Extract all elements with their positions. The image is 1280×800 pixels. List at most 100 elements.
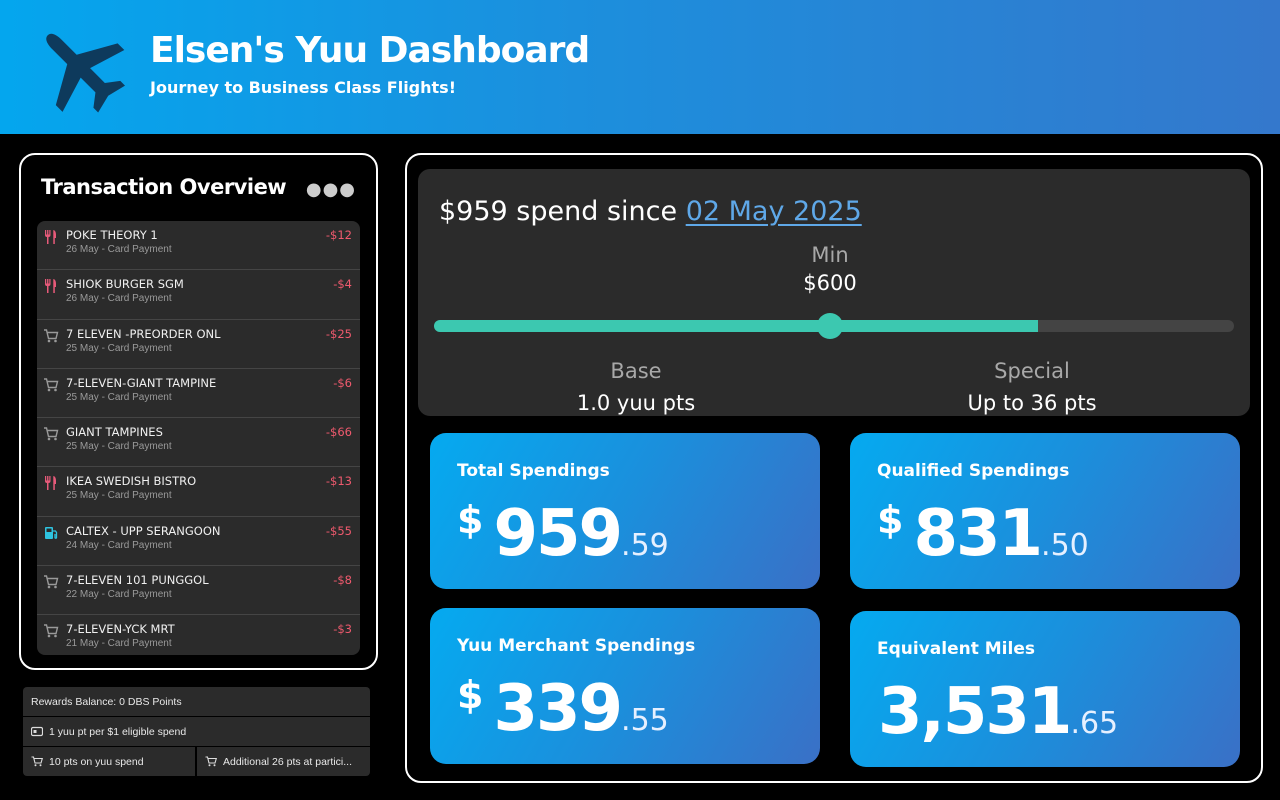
food-icon xyxy=(43,475,59,491)
min-threshold-marker[interactable] xyxy=(817,313,843,339)
yuu-spend-bonus-text: 10 pts on yuu spend xyxy=(49,756,144,768)
transaction-amount: -$8 xyxy=(333,573,352,588)
currency-symbol: $ xyxy=(457,673,484,717)
transaction-amount: -$55 xyxy=(325,523,352,538)
total-spendings-int: 959 xyxy=(493,497,623,571)
spend-since-text: $959 spend since 02 May 2025 xyxy=(439,196,862,227)
transaction-overview-panel: Transaction Overview ●●● POKE THEORY 1 26… xyxy=(19,153,378,670)
transaction-row[interactable]: GIANT TAMPINES 25 May - Card Payment -$66 xyxy=(37,418,360,468)
total-spendings-label: Total Spendings xyxy=(457,461,610,481)
total-spendings-value: $959.59 xyxy=(457,497,669,571)
cart-icon xyxy=(43,426,59,442)
transaction-row[interactable]: POKE THEORY 1 26 May - Card Payment -$12 xyxy=(37,221,360,271)
equivalent-miles-dec: .65 xyxy=(1070,706,1119,741)
transaction-amount: -$4 xyxy=(333,277,352,292)
qualified-spendings-value: $831.50 xyxy=(877,497,1089,571)
transaction-row[interactable]: 7-ELEVEN 101 PUNGGOL 22 May - Card Paymen… xyxy=(37,566,360,616)
transaction-merchant: GIANT TAMPINES xyxy=(66,425,163,440)
qualified-spendings-dec: .50 xyxy=(1041,528,1089,563)
transaction-meta: 24 May - Card Payment xyxy=(66,539,172,551)
partner-bonus: Additional 26 pts at partici... xyxy=(197,747,370,776)
rewards-rate-text: 1 yuu pt per $1 eligible spend xyxy=(49,726,187,738)
transaction-amount: -$3 xyxy=(333,622,352,637)
food-icon xyxy=(43,278,59,294)
spend-tracker-card: $959 spend since 02 May 2025 Min $600 Ba… xyxy=(418,169,1250,416)
yuu-merchant-spendings-value: $339.55 xyxy=(457,672,669,746)
min-value: $600 xyxy=(803,271,857,295)
equivalent-miles-card: Equivalent Miles 3,531.65 xyxy=(850,611,1240,767)
yuu-merchant-spendings-label: Yuu Merchant Spendings xyxy=(457,636,696,656)
food-icon xyxy=(43,229,59,245)
transaction-merchant: 7 ELEVEN -PREORDER ONL xyxy=(66,326,221,341)
currency-symbol: $ xyxy=(457,498,484,542)
yuu-merchant-spendings-card: Yuu Merchant Spendings $339.55 xyxy=(430,608,820,764)
qualified-spendings-label: Qualified Spendings xyxy=(877,461,1070,481)
transaction-row[interactable]: CALTEX - UPP SERANGOON 24 May - Card Paym… xyxy=(37,517,360,567)
yuu-merchant-spendings-dec: .55 xyxy=(621,703,669,738)
transaction-merchant: 7-ELEVEN-YCK MRT xyxy=(66,622,175,637)
airplane-icon xyxy=(46,33,126,113)
equivalent-miles-value: 3,531.65 xyxy=(878,675,1118,749)
rewards-summary: Rewards Balance: 0 DBS Points 1 yuu pt p… xyxy=(23,687,370,776)
transaction-meta: 21 May - Card Payment xyxy=(66,638,172,650)
card-icon xyxy=(31,726,43,737)
dashboard-subtitle: Journey to Business Class Flights! xyxy=(150,78,456,97)
transaction-row[interactable]: IKEA SWEDISH BISTRO 25 May - Card Payment… xyxy=(37,467,360,517)
spend-progress-track xyxy=(434,313,1234,339)
transaction-amount: -$25 xyxy=(325,326,352,341)
cart-icon xyxy=(31,756,43,767)
more-icon[interactable]: ●●● xyxy=(306,179,356,200)
transaction-overview-title: Transaction Overview xyxy=(41,175,287,199)
transaction-meta: 25 May - Card Payment xyxy=(66,391,172,403)
transaction-merchant: POKE THEORY 1 xyxy=(66,228,158,242)
special-tier-value: Up to 36 pts xyxy=(967,391,1097,415)
transaction-merchant: IKEA SWEDISH BISTRO xyxy=(66,474,197,489)
currency-symbol: $ xyxy=(877,498,904,542)
transaction-amount: -$6 xyxy=(333,375,352,390)
cart-icon xyxy=(205,756,217,767)
transaction-amount: -$12 xyxy=(325,228,352,242)
yuu-spend-bonus: 10 pts on yuu spend xyxy=(23,747,195,776)
transaction-amount: -$66 xyxy=(325,425,352,440)
transaction-row[interactable]: SHIOK BURGER SGM 26 May - Card Payment -$4 xyxy=(37,270,360,320)
transaction-meta: 25 May - Card Payment xyxy=(66,342,172,354)
transaction-meta: 25 May - Card Payment xyxy=(66,490,172,502)
transaction-meta: 26 May - Card Payment xyxy=(66,293,172,305)
transaction-merchant: CALTEX - UPP SERANGOON xyxy=(66,523,221,538)
base-tier-value: 1.0 yuu pts xyxy=(576,391,696,415)
rewards-balance: Rewards Balance: 0 DBS Points xyxy=(23,687,370,716)
qualified-spendings-card: Qualified Spendings $831.50 xyxy=(850,433,1240,589)
transaction-row[interactable]: 7 ELEVEN -PREORDER ONL 25 May - Card Paym… xyxy=(37,320,360,369)
spend-since-prefix: $959 spend since xyxy=(439,196,678,227)
transaction-list: POKE THEORY 1 26 May - Card Payment -$12 SH… xyxy=(37,221,360,655)
transaction-meta: 26 May - Card Payment xyxy=(66,244,172,255)
dashboard-title: Elsen's Yuu Dashboard xyxy=(150,30,590,71)
equivalent-miles-label: Equivalent Miles xyxy=(877,639,1035,659)
transaction-meta: 22 May - Card Payment xyxy=(66,589,172,601)
cart-icon xyxy=(43,377,59,393)
rewards-rate: 1 yuu pt per $1 eligible spend xyxy=(23,717,370,746)
fuel-icon xyxy=(43,525,59,541)
cart-icon xyxy=(43,623,59,639)
base-tier-label: Base xyxy=(610,359,662,383)
special-tier-label: Special xyxy=(994,359,1070,383)
dashboard-header: Elsen's Yuu Dashboard Journey to Busines… xyxy=(0,0,1280,134)
transaction-amount: -$13 xyxy=(325,474,352,489)
spend-progress-fill xyxy=(434,320,1038,332)
cart-icon xyxy=(43,574,59,590)
yuu-merchant-spendings-int: 339 xyxy=(493,672,623,746)
transaction-row[interactable]: 7-ELEVEN-YCK MRT 21 May - Card Payment -$3 xyxy=(37,615,360,655)
partner-bonus-text: Additional 26 pts at partici... xyxy=(223,756,352,768)
min-label: Min xyxy=(811,243,849,267)
transaction-merchant: 7-ELEVEN-GIANT TAMPINE xyxy=(66,375,217,390)
equivalent-miles-int: 3,531 xyxy=(878,675,1072,749)
transaction-merchant: 7-ELEVEN 101 PUNGGOL xyxy=(66,573,209,588)
total-spendings-dec: .59 xyxy=(621,528,669,563)
spending-panel: $959 spend since 02 May 2025 Min $600 Ba… xyxy=(405,153,1263,783)
transaction-row[interactable]: 7-ELEVEN-GIANT TAMPINE 25 May - Card Paym… xyxy=(37,369,360,419)
cart-icon xyxy=(43,328,59,344)
rewards-bonus-row: 10 pts on yuu spend Additional 26 pts at… xyxy=(23,747,370,776)
spend-start-date-link[interactable]: 02 May 2025 xyxy=(686,196,862,227)
total-spendings-card: Total Spendings $959.59 xyxy=(430,433,820,589)
transaction-merchant: SHIOK BURGER SGM xyxy=(66,277,184,292)
